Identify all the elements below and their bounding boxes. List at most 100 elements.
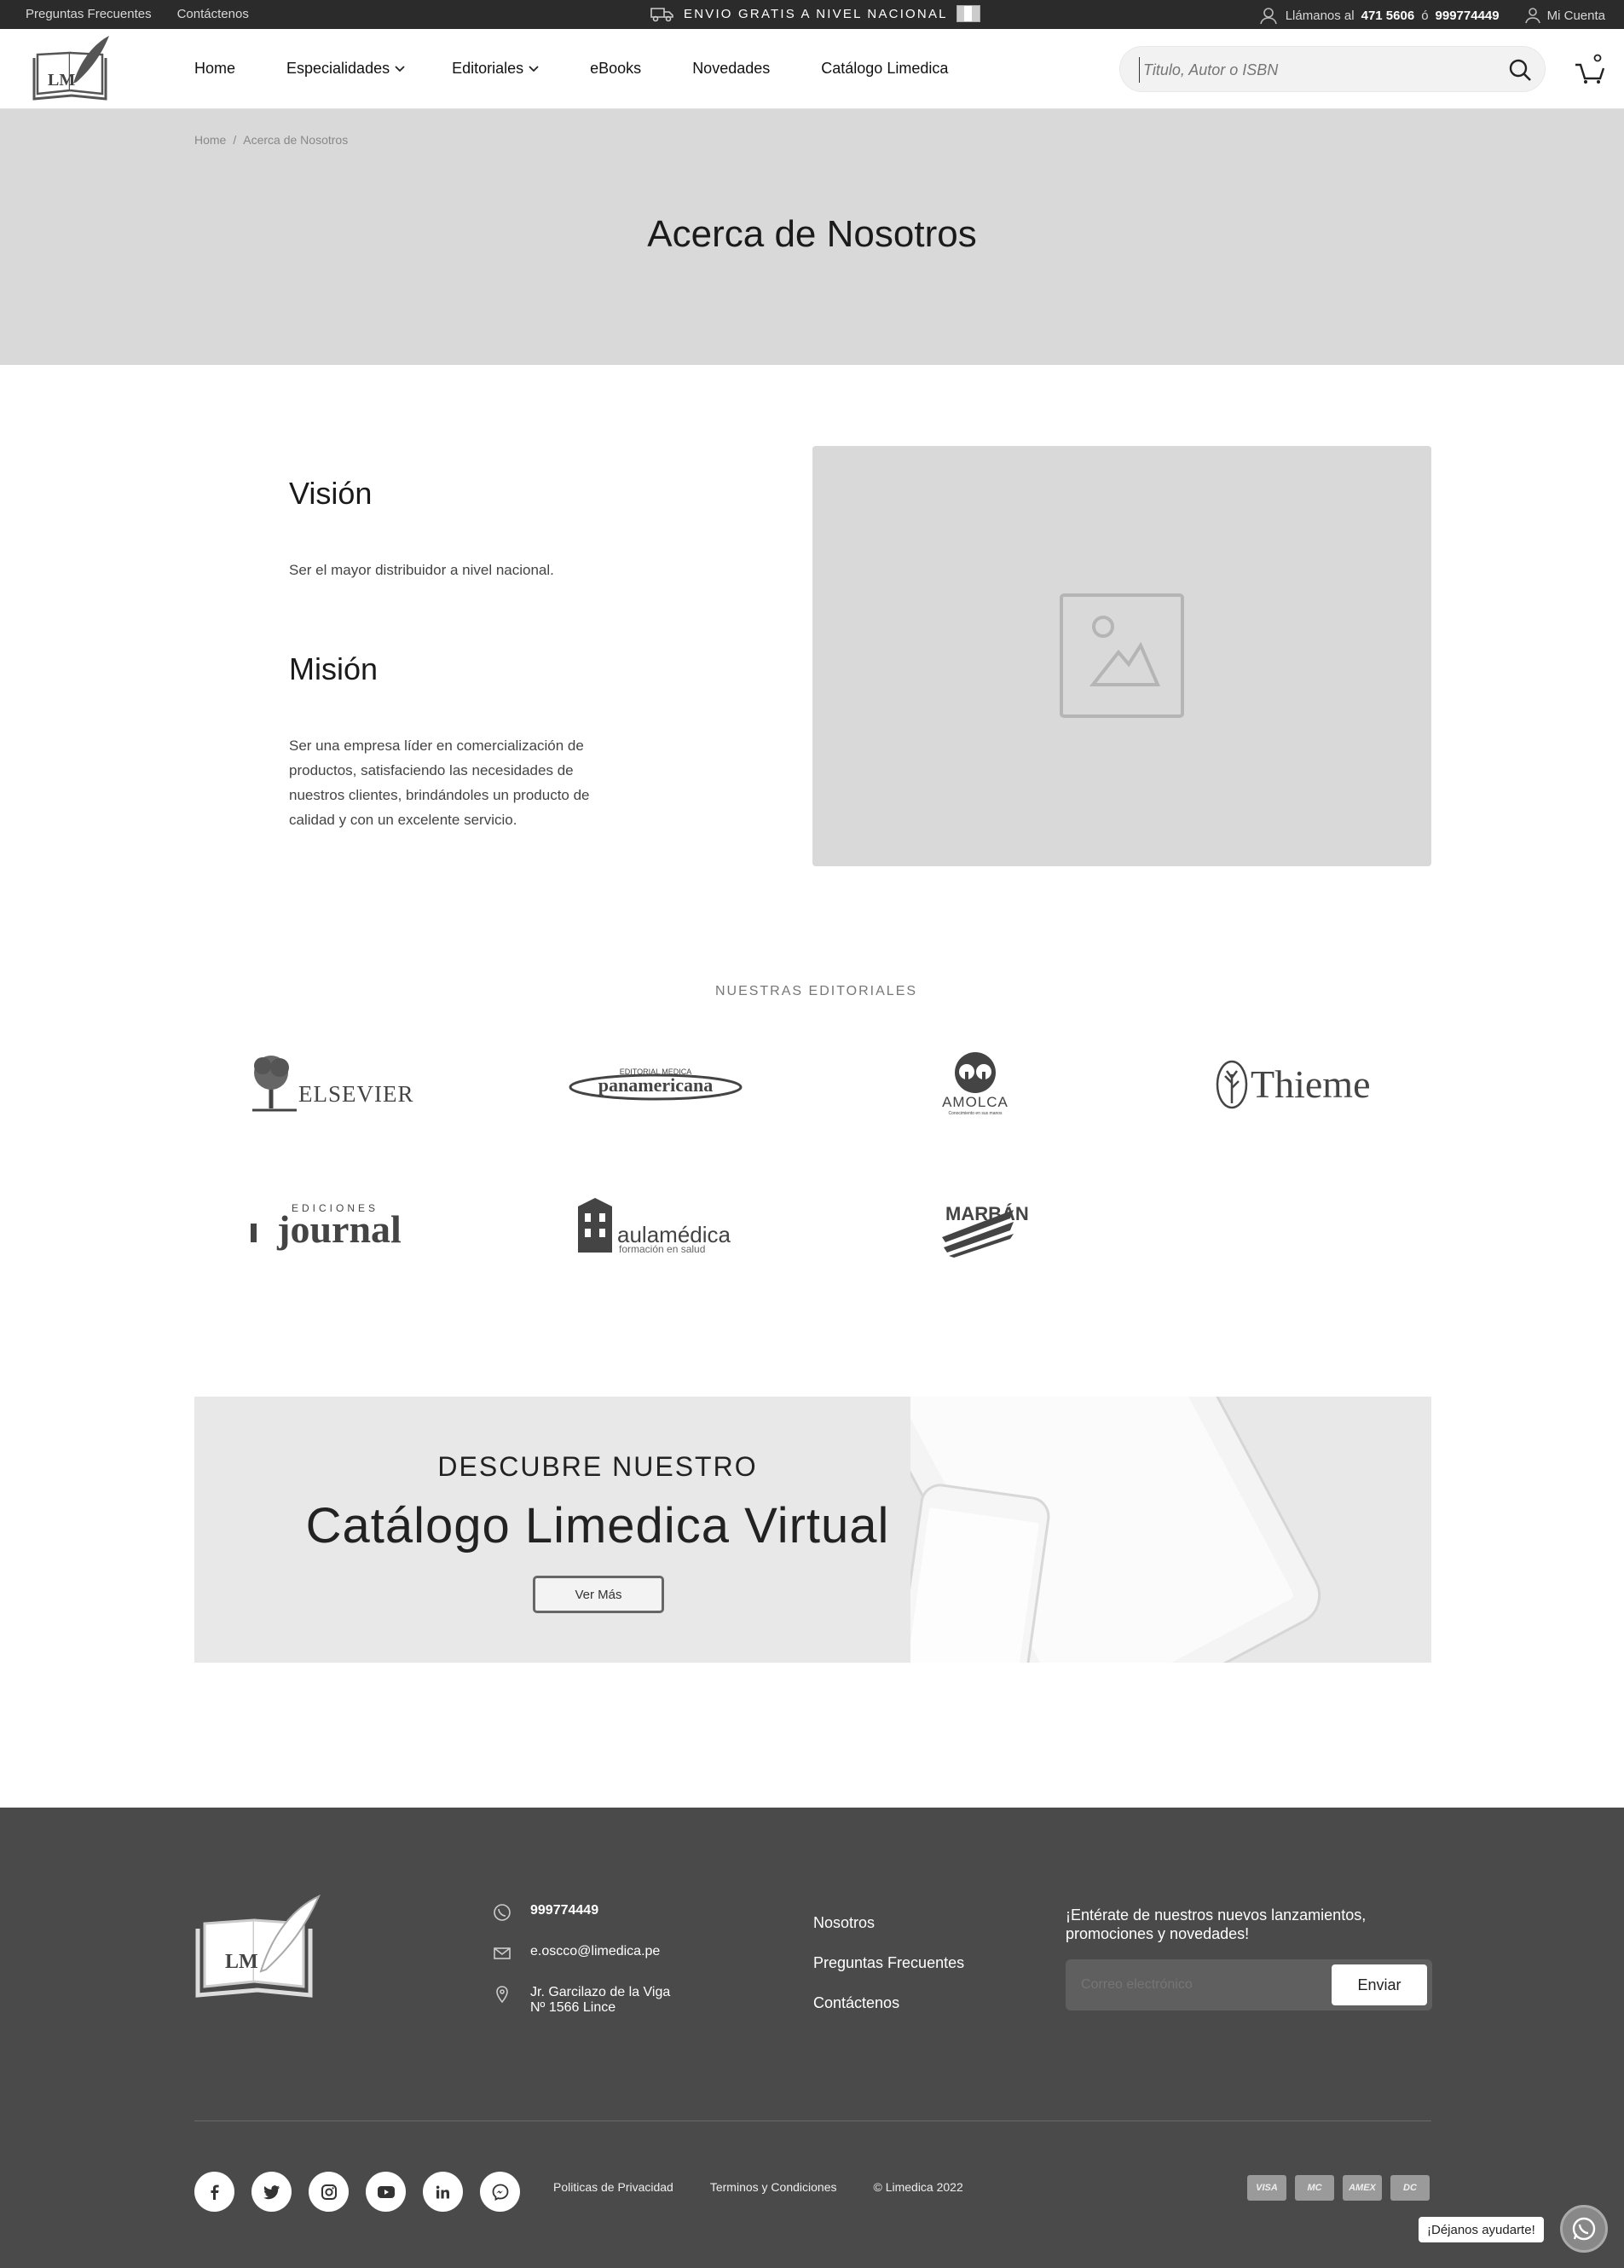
terms-link[interactable]: Terminos y Condiciones [710, 2180, 837, 2194]
breadcrumb-home[interactable]: Home [194, 133, 226, 147]
visa-card-icon: VISA [1247, 2175, 1286, 2201]
page-title: Acerca de Nosotros [647, 213, 977, 255]
facebook-icon[interactable] [194, 2172, 234, 2212]
whatsapp-icon [494, 1904, 511, 1921]
nav-home[interactable]: Home [194, 60, 235, 78]
diners-card-icon: DC [1390, 2175, 1430, 2201]
location-pin-icon [496, 1986, 508, 2004]
footer-address: Jr. Garcilazo de la Viga Nº 1566 Lince [493, 1985, 670, 2016]
thieme-logo[interactable]: Thieme [1202, 1044, 1390, 1121]
footer-link-nosotros[interactable]: Nosotros [813, 1903, 964, 1943]
payment-cards: VISA MC AMEX DC [1247, 2175, 1430, 2201]
amolca-logo-text: AMOLCA [942, 1094, 1008, 1110]
my-account-link[interactable]: Mi Cuenta [1547, 9, 1605, 23]
footer-email[interactable]: e.oscco@limedica.pe [493, 1944, 660, 1963]
footer-phone[interactable]: 999774449 [493, 1903, 598, 1922]
breadcrumb-current: Acerca de Nosotros [243, 133, 349, 147]
twitter-icon[interactable] [251, 2172, 292, 2212]
footer-limedica-logo[interactable]: LM [194, 1895, 321, 2002]
youtube-icon[interactable] [366, 2172, 406, 2212]
nav-especialidades-label: Especialidades [286, 60, 390, 77]
truck-icon [650, 8, 673, 22]
footer-address-line1: Jr. Garcilazo de la Viga [530, 1985, 671, 1999]
footer-logo-letters: LM [225, 1951, 258, 1973]
amolca-logo-tagline: Conocimiento en sus manos [948, 1111, 1003, 1116]
panamericana-logo[interactable]: EDITORIAL MEDICA panamericana [562, 1044, 749, 1121]
user-icon [1524, 8, 1540, 24]
amolca-logo[interactable]: AMOLCA Conocimiento en sus manos [881, 1044, 1069, 1121]
amex-card-icon: AMEX [1343, 2175, 1382, 2201]
footer-link-contact[interactable]: Contáctenos [813, 1983, 964, 2023]
search-input[interactable] [1139, 57, 1480, 83]
chevron-down-icon [529, 65, 539, 72]
image-placeholder-icon [1060, 593, 1184, 718]
whatsapp-icon [1572, 2217, 1596, 2241]
logo-letters: LM [48, 71, 75, 90]
social-links [194, 2172, 520, 2212]
footer-address-line2: Nº 1566 Lince [530, 2000, 616, 2015]
editorials-title: NUESTRAS EDITORIALES [714, 984, 918, 998]
newsletter-email-input[interactable] [1081, 1974, 1311, 1996]
elsevier-logo[interactable]: ELSEVIER [241, 1044, 429, 1121]
nav-novedades[interactable]: Novedades [692, 60, 770, 78]
main-header: LM Home Especialidades Editoriales eBook… [0, 29, 1624, 109]
vision-text: Ser el mayor distribuidor a nivel nacion… [289, 562, 554, 578]
nav-editoriales[interactable]: Editoriales [452, 60, 539, 78]
newsletter-text: ¡Entérate de nuestros nuevos lanzamiento… [1066, 1906, 1367, 1942]
aulamedica-logo[interactable]: aulamédica formación en salud [562, 1185, 749, 1262]
footer-email-text: e.oscco@limedica.pe [530, 1944, 661, 1958]
search-icon[interactable] [1507, 57, 1533, 83]
shipping-promo: ENVIO GRATIS A NIVEL NACIONAL [684, 6, 948, 21]
faq-link[interactable]: Preguntas Frecuentes [26, 7, 152, 21]
main-nav: Home Especialidades Editoriales eBooks N… [194, 60, 999, 78]
journal-logo[interactable]: EDICIONES journal [241, 1185, 429, 1262]
mastercard-icon: MC [1295, 2175, 1334, 2201]
footer-phone-number: 999774449 [530, 1903, 599, 1918]
panamericana-logo-text: panamericana [598, 1074, 713, 1096]
nav-ebooks-label: eBooks [590, 60, 642, 77]
marban-logo[interactable]: MARBÁN [881, 1185, 1069, 1262]
nav-novedades-label: Novedades [692, 60, 771, 77]
breadcrumb: Home / Acerca de Nosotros [194, 133, 348, 147]
see-more-button[interactable]: Ver Más [533, 1576, 664, 1613]
mision-text: Ser una empresa líder en comercializació… [289, 738, 590, 828]
or-text: ó [1421, 8, 1429, 23]
banner-kicker: DESCUBRE NUESTRO [437, 1451, 758, 1482]
vision-title: Visión [289, 476, 373, 511]
messenger-icon[interactable] [480, 2172, 520, 2212]
breadcrumb-separator: / [233, 133, 237, 147]
mail-icon [494, 1947, 511, 1959]
footer-link-faq[interactable]: Preguntas Frecuentes [813, 1943, 964, 1983]
footer-divider [194, 2120, 1431, 2121]
whatsapp-chat-button[interactable] [1560, 2205, 1608, 2253]
phone-agent-icon [1259, 8, 1277, 25]
help-tooltip[interactable]: ¡Déjanos ayudarte! [1419, 2217, 1544, 2242]
thieme-logo-text: Thieme [1251, 1062, 1371, 1106]
footer-links: Nosotros Preguntas Frecuentes Contácteno… [813, 1903, 964, 2023]
search-box [1119, 46, 1546, 92]
phone-2[interactable]: 999774449 [1436, 9, 1500, 23]
legal-links: Politicas de Privacidad Terminos y Condi… [553, 2180, 963, 2194]
site-footer: LM 999774449 e.oscco@limedica.pe Jr. Gar… [0, 1808, 1624, 2268]
journal-logo-text: journal [276, 1207, 402, 1251]
send-button[interactable]: Enviar [1332, 1964, 1427, 2005]
contact-link[interactable]: Contáctenos [177, 7, 249, 21]
linkedin-icon[interactable] [423, 2172, 463, 2212]
copyright: © Limedica 2022 [873, 2180, 963, 2194]
phone-1[interactable]: 471 5606 [1361, 9, 1415, 23]
limedica-logo[interactable]: LM [29, 34, 111, 104]
about-image-placeholder [812, 446, 1431, 866]
newsletter-form: Enviar [1066, 1959, 1432, 2011]
instagram-icon[interactable] [309, 2172, 349, 2212]
banner-title: Catálogo Limedica Virtual [305, 1498, 890, 1553]
privacy-link[interactable]: Politicas de Privacidad [553, 2180, 673, 2194]
nav-catalogo[interactable]: Catálogo Limedica [821, 60, 948, 78]
cart-icon[interactable] [1574, 53, 1606, 85]
top-bar: Preguntas Frecuentes Contáctenos ENVIO G… [0, 0, 1624, 29]
nav-especialidades[interactable]: Especialidades [286, 60, 405, 78]
chevron-down-icon [395, 65, 405, 72]
nav-catalogo-label: Catálogo Limedica [821, 60, 949, 77]
nav-ebooks[interactable]: eBooks [590, 60, 641, 78]
call-prefix: Llámanos al [1285, 8, 1355, 23]
nav-home-label: Home [194, 60, 236, 77]
